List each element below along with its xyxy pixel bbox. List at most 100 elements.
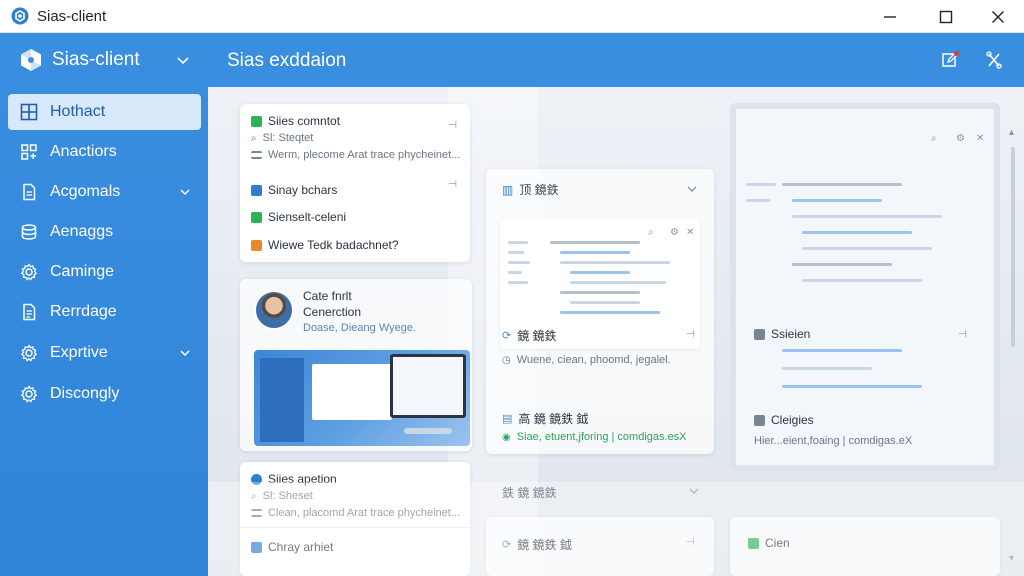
info-row: ◷ Wuene, ciean, phoomd, jegalel.	[502, 354, 671, 366]
pin-icon[interactable]: ⊣	[448, 179, 457, 190]
pin-icon[interactable]: ⊣	[686, 329, 695, 340]
list-item[interactable]: Wiewe Tedk badachnet?	[251, 238, 399, 252]
ok-icon: ◉	[502, 431, 511, 443]
window-title: Sias-client	[37, 7, 107, 25]
profile-card[interactable]: Cate fnrlt Cenerction Doase, Dieang Wyeg…	[240, 279, 472, 451]
sidebar-app-name: Sias-client	[52, 49, 140, 70]
grid-icon	[20, 103, 38, 121]
edit-button[interactable]	[938, 48, 962, 72]
sidebar-item-discongly[interactable]: Discongly	[8, 376, 201, 412]
close-icon[interactable]: ✕	[686, 227, 694, 238]
circle-icon	[251, 473, 262, 485]
app-logo-icon	[11, 7, 29, 25]
sidebar-item-aenaggs[interactable]: Aenaggs	[8, 214, 201, 250]
content-header: Sias exddaion	[208, 33, 1024, 87]
sidebar-item-caminge[interactable]: Caminge	[8, 254, 201, 290]
pin-icon[interactable]: ⊣	[958, 329, 967, 340]
list-item[interactable]: ⌕ Sl: Steqtet	[251, 132, 313, 144]
scroll-up-icon[interactable]: ▴	[1009, 127, 1014, 138]
avatar[interactable]	[254, 290, 294, 330]
settings-icon[interactable]: ⚙	[956, 133, 965, 144]
sidebar-item-label: Caminge	[50, 263, 115, 280]
main-content: Siies comntot ⊣ ⌕ Sl: Steqtet Werm, plec…	[208, 87, 1024, 576]
pin-icon[interactable]: ⊣	[686, 537, 695, 548]
edit-icon	[942, 51, 959, 67]
sidebar: Sias-client Hothact Anactiors Acgomals A…	[0, 33, 208, 576]
search-icon: ⌕	[251, 132, 257, 144]
folder-icon	[251, 239, 262, 251]
monitor-preview[interactable]: ⌕ ⚙ ✕ Ssieien ⊣ Cleigies Hier...eient,fo…	[730, 103, 1000, 471]
square-icon	[754, 414, 765, 426]
database-icon	[21, 224, 37, 240]
sidebar-item-anactiors[interactable]: Anactiors	[8, 134, 201, 170]
tools-button[interactable]	[982, 48, 1006, 72]
gear-icon	[20, 263, 38, 281]
chevron-down-icon[interactable]	[176, 53, 190, 67]
list-item[interactable]: Cien	[748, 536, 790, 550]
scrollbar-thumb[interactable]	[1011, 147, 1015, 347]
list-item[interactable]: ⟳ 鏡 鏡鉄	[502, 327, 557, 344]
settings-icon[interactable]: ⚙	[670, 227, 679, 238]
app-logo-icon	[21, 49, 41, 71]
list-item[interactable]: Siies comntot	[251, 114, 340, 128]
list-item[interactable]: Ssieien	[754, 327, 810, 341]
pin-icon[interactable]: ⊣	[448, 120, 457, 131]
profile-name-line2: Cenerction	[303, 305, 362, 319]
maximize-button[interactable]	[922, 0, 970, 33]
profile-name-line1: Cate fnrlt	[303, 289, 352, 303]
list-item[interactable]: Siies apetion	[251, 472, 337, 486]
tools-icon	[986, 51, 1002, 69]
close-icon	[992, 10, 1004, 23]
screenshot-preview[interactable]	[254, 350, 470, 446]
divider	[240, 527, 470, 528]
list-item[interactable]: ⌕ Sl: Sheset	[251, 490, 313, 502]
chevron-down-icon[interactable]	[686, 183, 698, 195]
list-item[interactable]: Cleigies	[754, 413, 814, 427]
list-item[interactable]: Chray arhiet	[251, 540, 333, 554]
gear-icon	[20, 344, 38, 362]
chart-icon: ▥	[502, 182, 514, 197]
sidebar-item-label: Discongly	[50, 385, 120, 402]
sidebar-item-hothact[interactable]: Hothact	[8, 94, 201, 130]
info-card-3[interactable]: Siies apetion ⌕ Sl: Sheset Clean, placom…	[240, 462, 470, 576]
list-item[interactable]: Sinay bchars	[251, 183, 337, 197]
scroll-down-icon[interactable]: ▾	[1009, 553, 1014, 564]
window-titlebar: Sias-client	[0, 0, 1024, 33]
list-item[interactable]: Clean, placomd Arat trace phycheinet...	[251, 507, 460, 519]
panel-right-lower: Cien	[730, 517, 1000, 576]
panel-middle-lower: ⟳ 鏡 鏡鉄 鉞 ⊣	[486, 517, 714, 576]
search-icon[interactable]: ⌕	[648, 227, 654, 238]
chevron-down-icon[interactable]	[688, 485, 700, 497]
refresh-icon: ⟳	[502, 330, 512, 342]
info-card-2[interactable]: Sinay bchars ⊣ Sienselt-celeni Wiewe Ted…	[240, 169, 470, 262]
sidebar-item-acgomals[interactable]: Acgomals	[8, 174, 201, 210]
status-row: ◉ Siae, etuent,jforing | comdigas.esX	[502, 431, 687, 443]
profile-subtitle: Doase, Dieang Wyege.	[303, 322, 417, 334]
sidebar-item-label: Exprtive	[50, 344, 108, 361]
sidebar-header[interactable]: Sias-client	[0, 33, 208, 87]
sidebar-item-rerrdage[interactable]: Rerrdage	[8, 294, 201, 330]
list-item[interactable]: ▤ 高 鏡 鏡鉄 鉞	[502, 410, 588, 427]
close-icon[interactable]: ✕	[976, 133, 984, 144]
check-icon	[748, 537, 759, 549]
list-item[interactable]: Werm, plecome Arat trace phycheinet...	[251, 149, 460, 161]
minimize-icon	[884, 15, 896, 18]
scrollbar[interactable]: ▴ ▾	[1009, 127, 1016, 567]
chevron-down-icon	[180, 350, 190, 357]
list-item[interactable]: Sienselt-celeni	[251, 210, 346, 224]
sidebar-item-label: Acgomals	[50, 183, 121, 200]
clock-icon: ◷	[502, 354, 511, 366]
close-button[interactable]	[974, 0, 1022, 33]
search-icon[interactable]: ⌕	[931, 133, 937, 144]
sidebar-item-label: Hothact	[50, 103, 106, 120]
apps-icon	[21, 144, 37, 160]
status-row: Hier...eient,foaing | comdigas.eX	[754, 435, 913, 447]
chart-icon: ▤	[502, 413, 513, 425]
sidebar-item-exprtive[interactable]: Exprtive	[8, 335, 201, 371]
list-item[interactable]: ⟳ 鏡 鏡鉄 鉞	[502, 536, 572, 553]
chevron-down-icon	[180, 189, 190, 196]
minimize-button[interactable]	[866, 0, 914, 33]
list-icon	[251, 509, 262, 517]
section-title: 鉄 鏡 鏡鉄	[502, 486, 557, 500]
square-icon	[251, 184, 262, 196]
